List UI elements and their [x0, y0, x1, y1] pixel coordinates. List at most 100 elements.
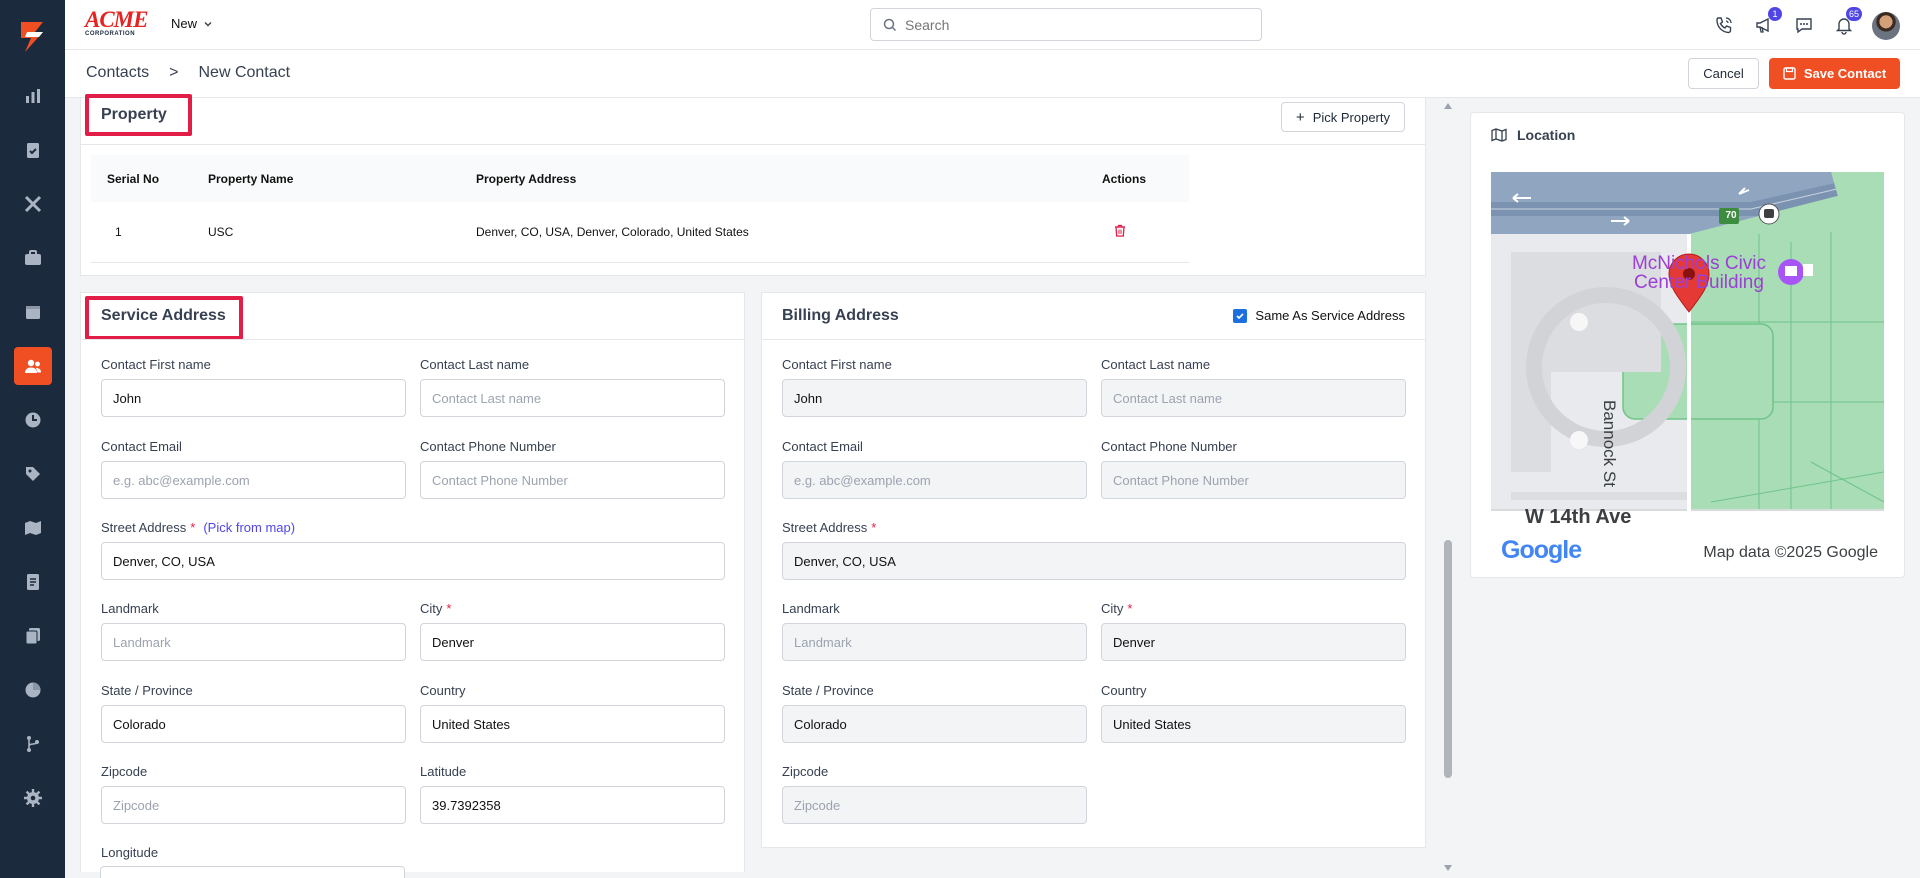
messages-button[interactable]: [1792, 13, 1816, 37]
cancel-button[interactable]: Cancel: [1688, 58, 1759, 89]
last-name-input[interactable]: Contact Last name: [420, 379, 725, 417]
first-name-input[interactable]: John: [101, 379, 406, 417]
search-box[interactable]: [870, 8, 1262, 41]
logo-text: ACME: [85, 7, 148, 32]
zipcode-input[interactable]: Zipcode: [101, 786, 406, 824]
clipboard-check-icon: [27, 143, 39, 158]
property-title: Property: [101, 106, 167, 123]
billing-street-label-text: Street Address: [782, 520, 868, 535]
country-label: Country: [420, 683, 466, 698]
pick-property-button[interactable]: + Pick Property: [1280, 102, 1405, 132]
sidebar-item-documents[interactable]: [14, 617, 52, 655]
new-label: New: [171, 16, 198, 31]
state-input[interactable]: Colorado: [101, 705, 406, 743]
sidebar-item-pricebook[interactable]: [14, 455, 52, 493]
same-as-service-checkbox[interactable]: Same As Service Address: [1233, 308, 1405, 323]
last-name-label: Contact Last name: [420, 357, 530, 372]
cell-property-address: Denver, CO, USA, Denver, Colorado, Unite…: [460, 202, 1086, 263]
scrollbar-thumb[interactable]: [1444, 540, 1452, 778]
billing-state-label: State / Province: [782, 683, 874, 698]
bar-chart-icon: [26, 89, 40, 103]
property-table: Serial No Property Name Property Address…: [91, 155, 1189, 263]
pick-property-label: Pick Property: [1312, 109, 1390, 125]
billing-landmark-input: Landmark: [782, 623, 1087, 661]
phone-input[interactable]: Contact Phone Number: [420, 461, 725, 499]
billing-city-input: Denver: [1101, 623, 1406, 661]
billing-email-input: e.g. abc@example.com: [782, 461, 1087, 499]
cancel-label: Cancel: [1703, 66, 1744, 81]
billing-city-label: City *: [1101, 601, 1132, 616]
column-header-serial: Serial No: [91, 155, 192, 202]
search-input[interactable]: [905, 16, 1245, 33]
longitude-input[interactable]: [100, 866, 405, 878]
sidebar-item-contacts[interactable]: [14, 347, 52, 385]
sidebar-item-workflows[interactable]: [14, 725, 52, 763]
street-address-input[interactable]: Denver, CO, USA: [101, 542, 725, 580]
cell-actions: [1086, 202, 1189, 263]
app-logo-icon[interactable]: [13, 18, 51, 56]
zipcode-label: Zipcode: [101, 764, 148, 779]
location-header: Location: [1491, 127, 1575, 143]
new-dropdown[interactable]: New: [171, 16, 213, 31]
latitude-input[interactable]: 39.7392358: [420, 786, 725, 824]
company-logo[interactable]: ACME CORPORATION: [85, 7, 149, 39]
scroll-up-arrow-icon[interactable]: [1443, 102, 1453, 110]
billing-zipcode-input: Zipcode: [782, 786, 1087, 824]
cell-property-name: USC: [192, 202, 460, 263]
sidebar-item-tasks[interactable]: [14, 131, 52, 169]
map-highway-label: 70: [1725, 210, 1737, 221]
billing-address-title: Billing Address: [782, 307, 899, 324]
billing-country-label: Country: [1101, 683, 1147, 698]
page-title: New Contact: [198, 64, 291, 81]
cell-serial: 1: [91, 202, 192, 263]
phone-button[interactable]: [1712, 13, 1736, 37]
save-contact-button[interactable]: Save Contact: [1769, 58, 1900, 89]
user-avatar[interactable]: [1872, 12, 1900, 40]
country-input[interactable]: United States: [420, 705, 725, 743]
landmark-input[interactable]: Landmark: [101, 623, 406, 661]
billing-city-label-text: City: [1101, 601, 1124, 616]
announcements-button[interactable]: 1: [1752, 7, 1782, 37]
map-place-line1: McNichols Civic: [1631, 253, 1767, 274]
sidebar-item-analytics[interactable]: [14, 671, 52, 709]
email-input[interactable]: e.g. abc@example.com: [101, 461, 406, 499]
map-place-line2: Center Building: [1634, 272, 1764, 293]
sidebar-item-map[interactable]: [14, 509, 52, 547]
required-marker: *: [190, 520, 196, 535]
city-input[interactable]: Denver: [420, 623, 725, 661]
phone-icon: [1716, 17, 1732, 34]
required-marker: *: [1127, 601, 1133, 616]
contacts-icon: [25, 359, 41, 373]
clock-icon: [25, 412, 41, 428]
delete-icon[interactable]: [1114, 224, 1126, 237]
first-name-label: Contact First name: [101, 357, 211, 372]
map-icon: [25, 521, 41, 535]
sidebar-item-reports[interactable]: [14, 77, 52, 115]
save-icon: [1783, 67, 1796, 80]
breadcrumb-contacts-link[interactable]: Contacts: [86, 64, 149, 82]
billing-last-name-input: Contact Last name: [1101, 379, 1406, 417]
billing-zipcode-label: Zipcode: [782, 764, 829, 779]
sidebar-item-tools[interactable]: [14, 185, 52, 223]
billing-first-name-input: John: [782, 379, 1087, 417]
pick-from-map-link[interactable]: (Pick from map): [203, 520, 295, 535]
map-street-label: Bannock St: [1600, 400, 1619, 487]
scroll-down-arrow-icon[interactable]: [1443, 864, 1453, 872]
sidebar-item-jobs[interactable]: [14, 239, 52, 277]
page-header: Contacts > New Contact Cancel Save Conta…: [65, 50, 1920, 98]
sidebar-item-invoices[interactable]: [14, 563, 52, 601]
billing-landmark-label: Landmark: [782, 601, 840, 616]
sidebar-item-settings[interactable]: [14, 779, 52, 817]
main-scrollbar[interactable]: [1440, 100, 1456, 878]
invoice-icon: [27, 574, 39, 590]
state-label: State / Province: [101, 683, 193, 698]
chat-icon: [1796, 18, 1812, 34]
location-map[interactable]: McNichols Civic Center Building 70 Banno…: [1491, 172, 1884, 565]
service-address-card: Service Address Contact First name John …: [80, 292, 745, 878]
sidebar-item-calendar[interactable]: [14, 293, 52, 331]
sidebar-item-timesheets[interactable]: [14, 401, 52, 439]
city-label-text: City: [420, 601, 443, 616]
service-address-title: Service Address: [101, 307, 226, 324]
table-row: 1 USC Denver, CO, USA, Denver, Colorado,…: [91, 202, 1189, 263]
notifications-button[interactable]: 65: [1832, 7, 1862, 37]
